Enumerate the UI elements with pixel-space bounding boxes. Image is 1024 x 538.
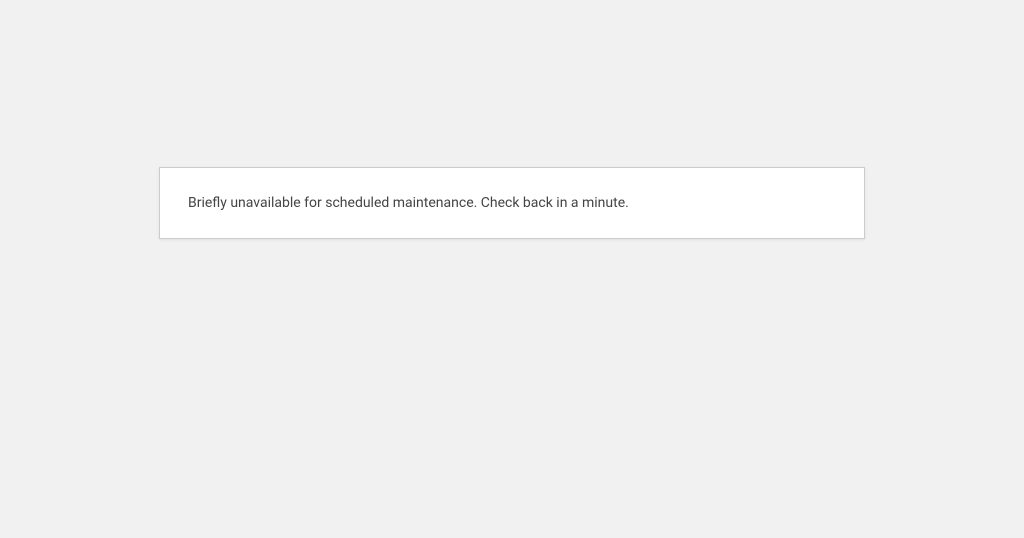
- maintenance-card: Briefly unavailable for scheduled mainte…: [159, 167, 865, 239]
- maintenance-message: Briefly unavailable for scheduled mainte…: [188, 192, 836, 214]
